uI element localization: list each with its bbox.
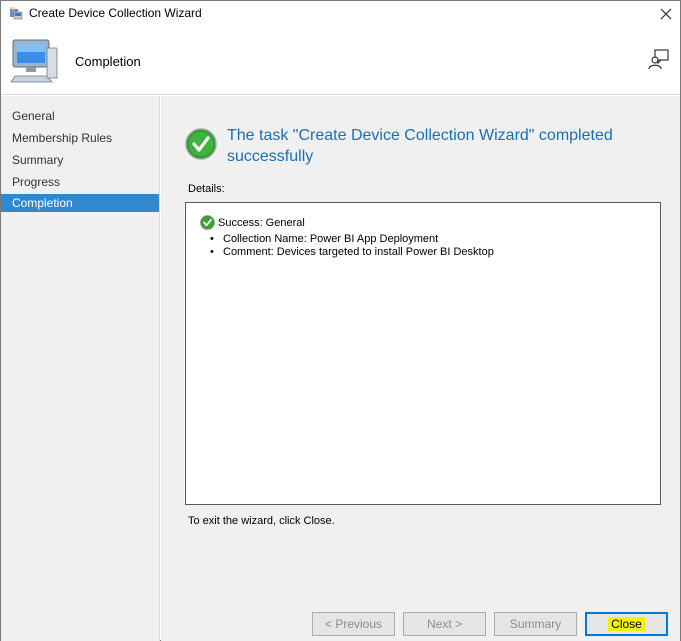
details-label: Details:: [188, 183, 225, 195]
wizard-icon: [9, 7, 23, 20]
close-button-label: Close: [608, 617, 645, 631]
sidebar-item-completion: Completion: [1, 194, 159, 212]
window-title: Create Device Collection Wizard: [29, 6, 202, 20]
close-window-button[interactable]: [652, 1, 680, 26]
main-panel: The task "Create Device Collection Wizar…: [161, 96, 680, 641]
list-item: Collection Name: Power BI App Deployment: [210, 233, 494, 246]
sidebar-item-summary: Summary: [12, 153, 64, 167]
close-button[interactable]: Close: [585, 612, 668, 636]
success-check-icon: [200, 215, 215, 230]
list-item: Comment: Devices targeted to install Pow…: [210, 246, 494, 259]
wizard-header: Completion: [1, 26, 680, 95]
exit-hint: To exit the wizard, click Close.: [188, 515, 335, 527]
previous-button[interactable]: < Previous: [312, 612, 395, 636]
wizard-steps-sidebar: General Membership Rules Summary Progres…: [1, 96, 160, 641]
sidebar-item-progress: Progress: [12, 175, 61, 189]
detail-list: Collection Name: Power BI App Deployment…: [210, 233, 494, 259]
computer-icon: [9, 36, 59, 86]
details-textbox[interactable]: Success: General Collection Name: Power …: [185, 202, 661, 505]
sidebar-item-membership-rules: Membership Rules: [12, 131, 113, 145]
user-help-icon[interactable]: [648, 48, 670, 70]
page-title: Completion: [75, 54, 141, 69]
sidebar-item-general: General: [12, 109, 55, 123]
close-icon: [660, 8, 672, 19]
detail-heading: Success: General: [200, 215, 305, 230]
next-button[interactable]: Next >: [403, 612, 486, 636]
completion-status-message: The task "Create Device Collection Wizar…: [227, 127, 613, 165]
detail-heading-text: Success: General: [218, 216, 305, 229]
checkmark-icon: [185, 128, 217, 160]
wizard-window: Create Device Collection Wizard Completi…: [0, 0, 681, 641]
summary-button[interactable]: Summary: [494, 612, 577, 636]
title-bar: Create Device Collection Wizard: [1, 1, 680, 26]
